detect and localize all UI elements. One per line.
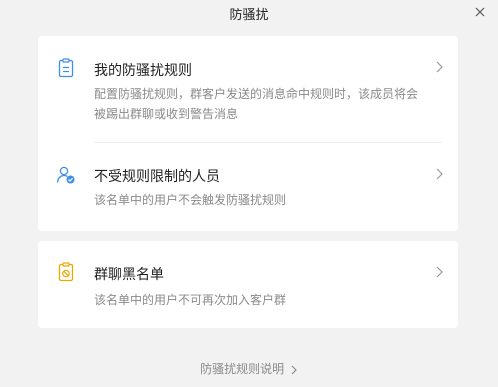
blocked-list-icon — [58, 262, 74, 282]
clipboard-icon — [58, 58, 74, 78]
my-rules-item[interactable]: 我的防骚扰规则 配置防骚扰规则，群客户发送的消息命中规则时，该成员将会被踢出群聊… — [38, 36, 458, 142]
chevron-right-icon — [291, 365, 297, 374]
window-title: 防骚扰 — [229, 8, 269, 23]
blacklist-card: 群聊黑名单 该名单中的用户不可再次加入客户群 — [38, 241, 458, 328]
my-rules-title: 我的防骚扰规则 — [94, 63, 192, 79]
chevron-right-icon — [436, 266, 443, 278]
group-blacklist-item[interactable]: 群聊黑名单 该名单中的用户不可再次加入客户群 — [38, 241, 458, 328]
title-bar: 防骚扰 — [0, 0, 498, 26]
group-blacklist-title: 群聊黑名单 — [94, 267, 164, 283]
my-rules-description: 配置防骚扰规则，群客户发送的消息命中规则时，该成员将会被踢出群聊或收到警告消息 — [94, 87, 419, 121]
help-link-label: 防骚扰规则说明 — [200, 362, 285, 376]
close-button[interactable] — [470, 2, 490, 22]
rules-card: 我的防骚扰规则 配置防骚扰规则，群客户发送的消息命中规则时，该成员将会被踢出群聊… — [38, 36, 458, 231]
user-check-icon — [56, 166, 75, 184]
close-icon — [475, 7, 485, 17]
group-blacklist-description: 该名单中的用户不可再次加入客户群 — [94, 293, 287, 307]
chevron-right-icon — [436, 61, 443, 73]
exempt-members-title: 不受规则限制的人员 — [94, 169, 220, 185]
chevron-right-icon — [436, 168, 443, 180]
anti-harassment-rules-help-link[interactable]: 防骚扰规则说明 — [0, 360, 498, 377]
exempt-members-item[interactable]: 不受规则限制的人员 该名单中的用户不会触发防骚扰规则 — [38, 143, 458, 231]
exempt-members-description: 该名单中的用户不会触发防骚扰规则 — [94, 193, 287, 207]
